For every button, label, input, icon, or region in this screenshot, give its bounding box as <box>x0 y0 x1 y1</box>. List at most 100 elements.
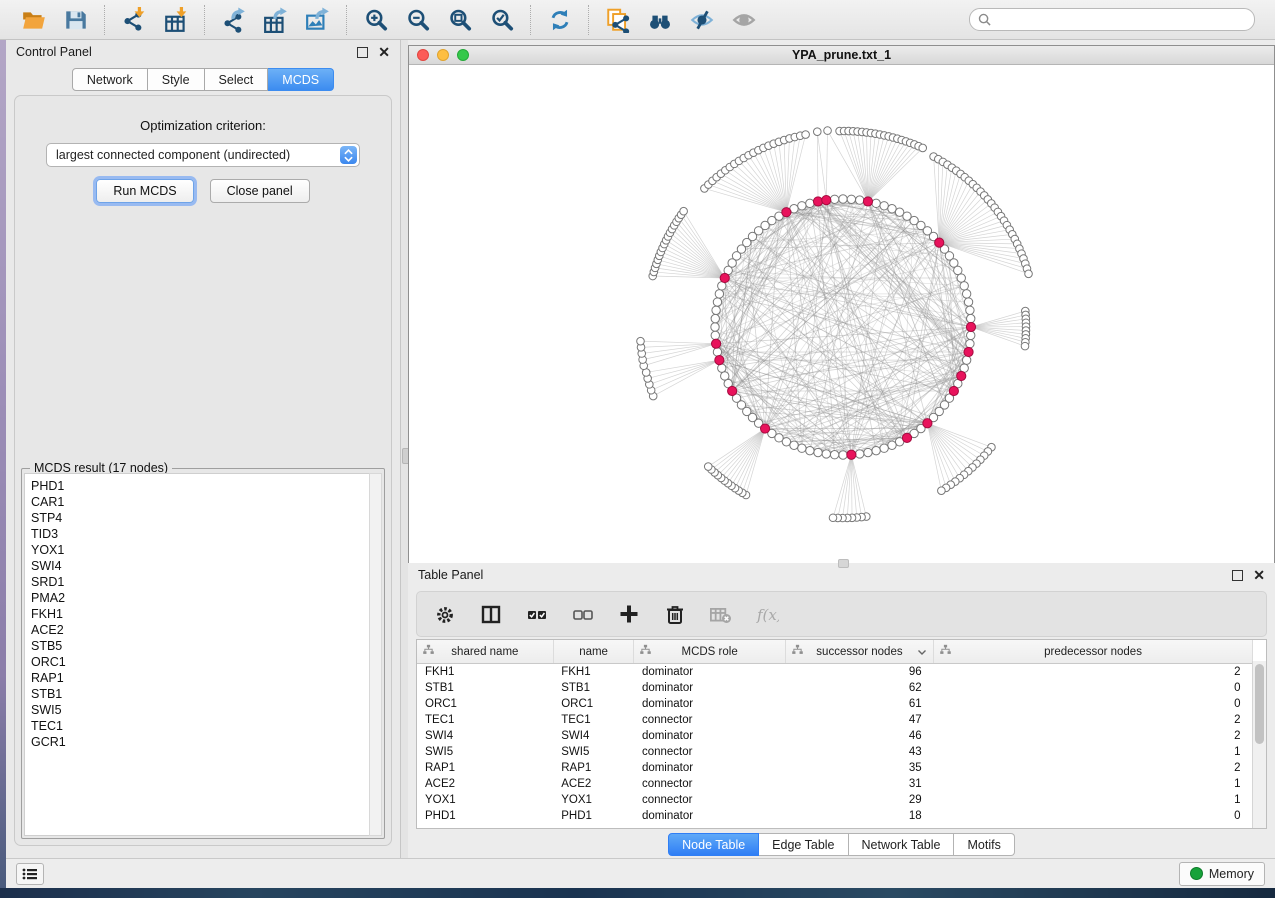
mcds-result-item[interactable]: GCR1 <box>31 734 369 750</box>
table-vertical-scrollbar[interactable] <box>1252 661 1266 828</box>
vertical-splitter[interactable] <box>401 40 408 858</box>
tab-network-table[interactable]: Network Table <box>849 833 955 856</box>
close-panel-icon[interactable]: ✕ <box>378 45 390 59</box>
cell[interactable]: TEC1 <box>553 712 634 728</box>
hide-selected-button[interactable] <box>688 6 716 34</box>
cell[interactable]: YOX1 <box>553 792 634 808</box>
open-network-file-button[interactable] <box>604 6 632 34</box>
float-panel-icon[interactable] <box>357 47 368 58</box>
mcds-result-item[interactable]: YOX1 <box>31 542 369 558</box>
mcds-result-item[interactable]: CAR1 <box>31 494 369 510</box>
cell[interactable]: RAP1 <box>417 760 553 776</box>
save-session-button[interactable] <box>62 6 90 34</box>
mcds-list-scrollbar[interactable] <box>369 473 382 836</box>
cell[interactable]: 1 <box>934 744 1253 760</box>
cell[interactable]: ACE2 <box>553 776 634 792</box>
cell[interactable]: YOX1 <box>417 792 553 808</box>
table-row[interactable]: RAP1RAP1dominator352 <box>417 760 1253 776</box>
mcds-result-item[interactable]: SRD1 <box>31 574 369 590</box>
cell[interactable]: 0 <box>934 808 1253 824</box>
mcds-result-item[interactable]: SWI5 <box>31 702 369 718</box>
search-network-button[interactable] <box>646 6 674 34</box>
table-close-panel-icon[interactable]: ✕ <box>1253 568 1265 582</box>
cell[interactable]: FKH1 <box>417 664 553 681</box>
cell[interactable]: ORC1 <box>417 696 553 712</box>
delete-row-button[interactable] <box>663 602 687 626</box>
column-header-successor-nodes[interactable]: successor nodes <box>785 640 933 664</box>
table-row[interactable]: ORC1ORC1dominator610 <box>417 696 1253 712</box>
cell[interactable]: ACE2 <box>417 776 553 792</box>
export-image-button[interactable] <box>304 6 332 34</box>
cell[interactable]: 2 <box>934 664 1253 681</box>
cell[interactable]: PHD1 <box>553 808 634 824</box>
export-table-button[interactable] <box>262 6 290 34</box>
table-row[interactable]: PHD1PHD1dominator180 <box>417 808 1253 824</box>
deselect-all-button[interactable] <box>571 602 595 626</box>
mcds-result-item[interactable]: FKH1 <box>31 606 369 622</box>
cell[interactable]: PHD1 <box>417 808 553 824</box>
cell[interactable]: 0 <box>934 680 1253 696</box>
refresh-button[interactable] <box>546 6 574 34</box>
cell[interactable]: 61 <box>785 696 933 712</box>
network-graph[interactable] <box>409 65 1274 563</box>
cell[interactable]: dominator <box>634 728 785 744</box>
column-header-name[interactable]: name <box>553 640 634 664</box>
table-row[interactable]: TEC1TEC1connector472 <box>417 712 1253 728</box>
close-panel-button[interactable]: Close panel <box>210 179 310 203</box>
cell[interactable]: STB1 <box>553 680 634 696</box>
add-row-button[interactable] <box>617 602 641 626</box>
cell[interactable]: TEC1 <box>417 712 553 728</box>
task-history-button[interactable] <box>16 863 44 885</box>
table-row[interactable]: SWI5SWI5connector431 <box>417 744 1253 760</box>
mcds-result-item[interactable]: PHD1 <box>31 478 369 494</box>
table-float-panel-icon[interactable] <box>1232 570 1243 581</box>
table-row[interactable]: SWI4SWI4dominator462 <box>417 728 1253 744</box>
tab-style[interactable]: Style <box>148 68 205 91</box>
cell[interactable]: 43 <box>785 744 933 760</box>
cell[interactable]: 18 <box>785 808 933 824</box>
import-network-button[interactable] <box>120 6 148 34</box>
column-header-shared-name[interactable]: shared name <box>417 640 553 664</box>
tab-select[interactable]: Select <box>205 68 269 91</box>
cell[interactable]: 35 <box>785 760 933 776</box>
cell[interactable]: 0 <box>934 696 1253 712</box>
cell[interactable]: 31 <box>785 776 933 792</box>
cell[interactable]: 46 <box>785 728 933 744</box>
mcds-result-list[interactable]: PHD1CAR1STP4TID3YOX1SWI4SRD1PMA2FKH1ACE2… <box>24 473 370 836</box>
scrollbar-thumb[interactable] <box>1255 664 1264 744</box>
cell[interactable]: connector <box>634 712 785 728</box>
mcds-result-item[interactable]: ORC1 <box>31 654 369 670</box>
cell[interactable]: SWI4 <box>553 728 634 744</box>
cell[interactable]: connector <box>634 792 785 808</box>
tab-node-table[interactable]: Node Table <box>668 833 759 856</box>
search-input[interactable] <box>996 12 1246 28</box>
cell[interactable]: 1 <box>934 792 1253 808</box>
cell[interactable]: RAP1 <box>553 760 634 776</box>
cell[interactable]: 2 <box>934 712 1253 728</box>
mcds-result-item[interactable]: STB5 <box>31 638 369 654</box>
cell[interactable]: dominator <box>634 664 785 681</box>
cell[interactable]: connector <box>634 776 785 792</box>
zoom-in-button[interactable] <box>362 6 390 34</box>
column-header-predecessor-nodes[interactable]: predecessor nodes <box>934 640 1253 664</box>
cell[interactable]: 29 <box>785 792 933 808</box>
cell[interactable]: 2 <box>934 728 1253 744</box>
columns-button[interactable] <box>479 602 503 626</box>
run-mcds-button[interactable]: Run MCDS <box>96 179 193 203</box>
zoom-fit-button[interactable] <box>446 6 474 34</box>
cell[interactable]: dominator <box>634 808 785 824</box>
export-network-button[interactable] <box>220 6 248 34</box>
table-row[interactable]: ACE2ACE2connector311 <box>417 776 1253 792</box>
column-header-MCDS-role[interactable]: MCDS role <box>634 640 785 664</box>
mcds-result-item[interactable]: STB1 <box>31 686 369 702</box>
cell[interactable]: SWI4 <box>417 728 553 744</box>
settings-button[interactable] <box>433 602 457 626</box>
table-row[interactable]: YOX1YOX1connector291 <box>417 792 1253 808</box>
network-window-titlebar[interactable]: YPA_prune.txt_1 <box>409 46 1274 65</box>
mcds-result-item[interactable]: RAP1 <box>31 670 369 686</box>
cell[interactable]: dominator <box>634 696 785 712</box>
mcds-result-item[interactable]: TEC1 <box>31 718 369 734</box>
cell[interactable]: 96 <box>785 664 933 681</box>
zoom-selected-button[interactable] <box>488 6 516 34</box>
cell[interactable]: 2 <box>934 760 1253 776</box>
